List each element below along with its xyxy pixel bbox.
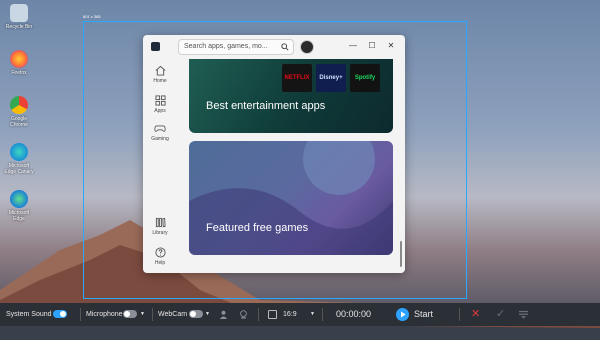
effects-icon[interactable] [239,310,248,319]
webcam-label: WebCam [158,311,188,318]
apps-grid-icon [154,95,166,106]
microphone-dropdown-chevron-icon[interactable]: ▼ [140,303,145,326]
person-icon[interactable] [219,310,228,319]
desktop-icon-edge[interactable]: Microsoft Edge [4,190,34,222]
store-content: NETFLIX Disney+ Spotify Best entertainme… [181,59,395,273]
entertainment-apps-card[interactable]: NETFLIX Disney+ Spotify Best entertainme… [189,59,393,133]
desktop-icon-firefox[interactable]: Firefox [4,50,34,76]
search-icon [281,43,289,51]
close-button[interactable]: ✕ [384,39,398,53]
search-placeholder: Search apps, games, mo... [184,43,268,50]
confirm-check-icon[interactable]: ✓ [496,303,505,326]
spotify-logo-tile: Spotify [350,64,380,92]
chrome-icon [10,96,28,114]
webcam-toggle[interactable] [189,310,203,318]
system-sound-label: System Sound [6,311,52,318]
microphone-label: Microphone [86,311,123,318]
nav-library[interactable]: Library [143,217,177,236]
recorder-toolbar: System Sound Microphone ▼ WebCam ▼ 16:9 … [0,303,600,326]
desktop-icon-edge-canary[interactable]: Microsoft Edge Canary [4,143,34,175]
library-icon [155,217,166,228]
start-play-icon[interactable] [396,308,409,321]
entertainment-apps-title: Best entertainment apps [206,100,326,112]
home-icon [155,65,165,76]
avatar[interactable] [300,40,314,54]
divider [152,308,153,321]
nav-help[interactable]: Help [143,247,177,266]
gamepad-icon [154,125,166,132]
help-icon [154,247,166,258]
search-input[interactable]: Search apps, games, mo... [178,39,294,55]
minimize-button[interactable]: — [346,39,360,53]
nav-gaming[interactable]: Gaming [143,123,177,142]
divider [258,308,259,321]
desktop-icon-recycle-bin[interactable]: Recycle Bin [4,4,34,30]
scrollbar[interactable] [400,241,402,267]
recycle-bin-icon [10,4,28,22]
webcam-dropdown-chevron-icon[interactable]: ▼ [205,303,210,326]
store-titlebar: Search apps, games, mo... — ☐ ✕ [143,35,405,59]
nav-apps[interactable]: Apps [143,95,177,114]
maximize-button[interactable]: ☐ [365,39,379,53]
capture-dimensions-label: 601 x 385 [83,14,101,19]
system-sound-toggle[interactable] [53,310,67,318]
aspect-ratio-value[interactable]: 16:9 [283,303,297,326]
firefox-icon [10,50,28,68]
edge-canary-icon [10,143,28,161]
divider [322,308,323,321]
disney-plus-logo-tile: Disney+ [316,64,346,92]
cancel-x-icon[interactable]: ✕ [471,303,480,326]
desktop-icon-chrome[interactable]: Google Chrome [4,96,34,128]
featured-free-games-card[interactable]: Featured free games [189,141,393,255]
start-button[interactable]: Start [414,303,433,326]
store-sidebar: Home Apps Gaming Library Help [143,59,177,273]
microphone-toggle[interactable] [123,310,137,318]
region-checkbox[interactable] [268,310,277,319]
netflix-logo-tile: NETFLIX [282,64,312,92]
menu-down-icon[interactable] [518,310,529,319]
divider [80,308,81,321]
store-app-logo-icon [151,42,160,51]
store-window: Search apps, games, mo... — ☐ ✕ Home App… [143,35,405,273]
edge-icon [10,190,28,208]
card-decoration [189,141,393,255]
featured-free-games-title: Featured free games [206,222,309,234]
aspect-ratio-chevron-icon[interactable]: ▼ [310,303,315,326]
nav-home[interactable]: Home [143,65,177,84]
divider [459,308,460,321]
recording-timer: 00:00:00 [336,309,372,319]
